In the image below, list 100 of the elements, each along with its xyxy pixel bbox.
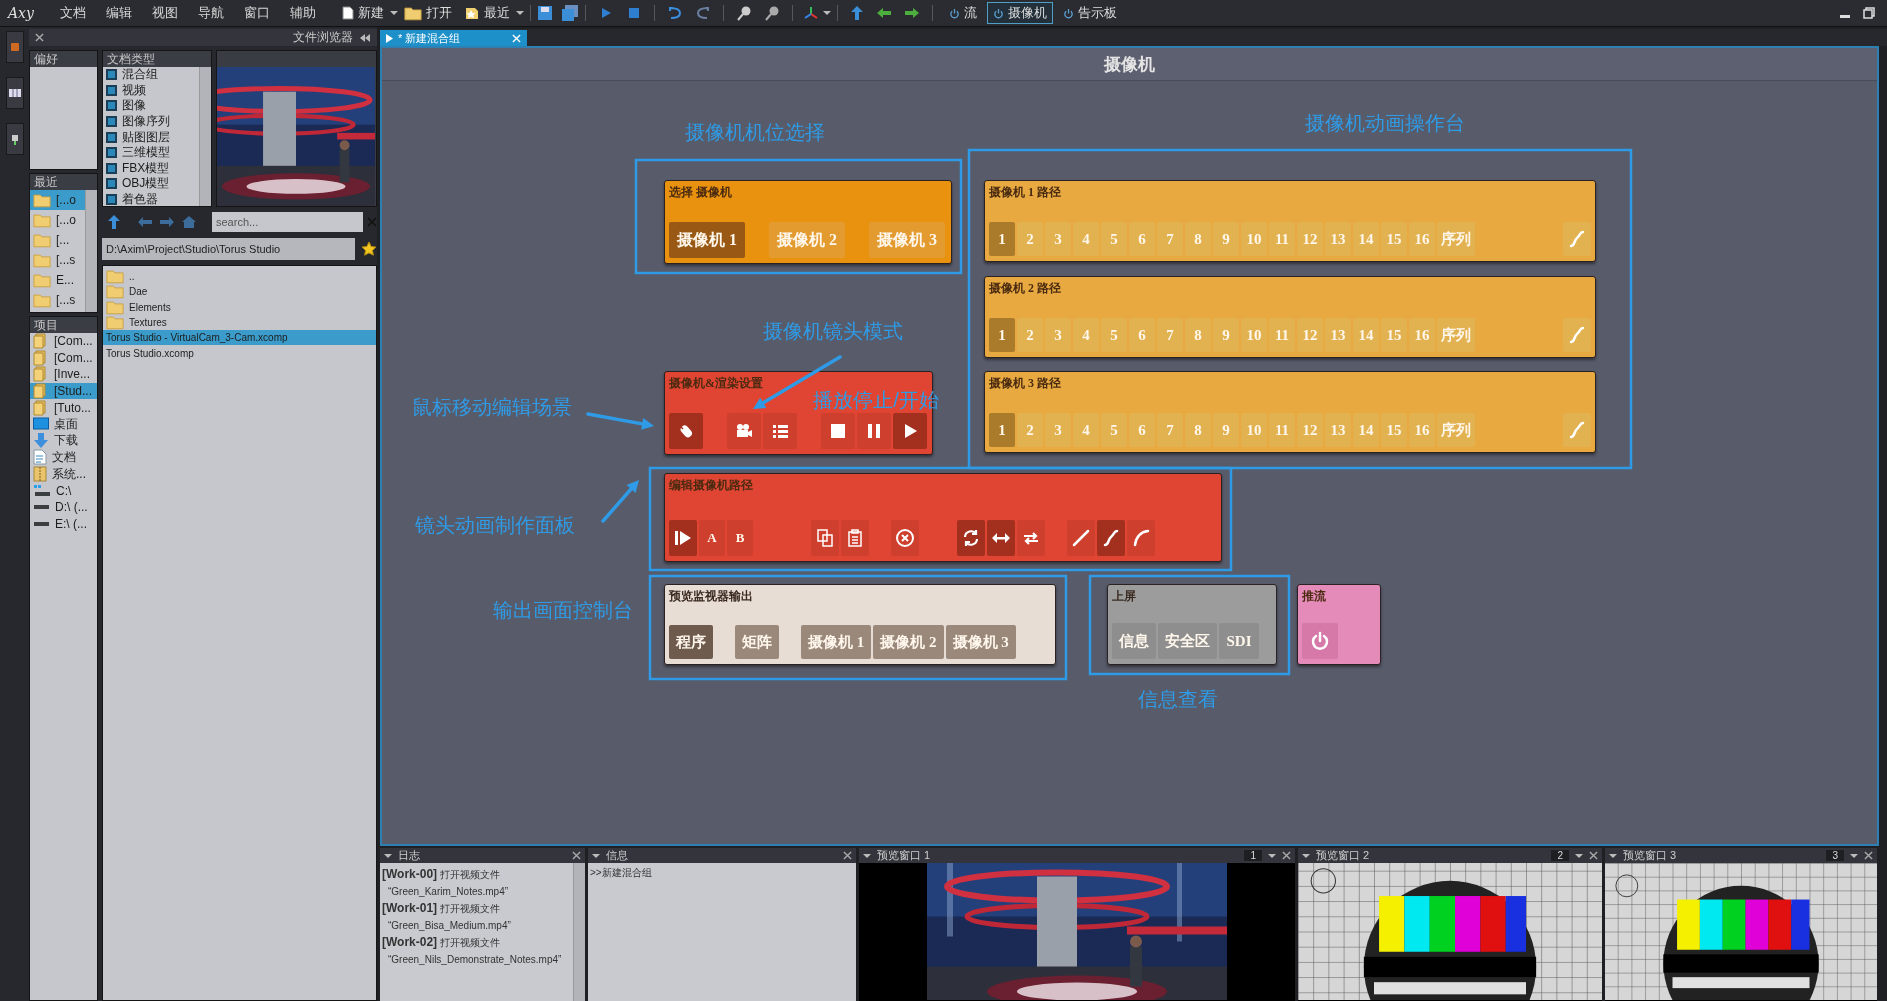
redo-icon[interactable]	[694, 5, 711, 21]
panel-button[interactable]: 7	[1157, 413, 1183, 447]
icon-button[interactable]	[1302, 623, 1338, 659]
panel-button[interactable]: 7	[1157, 222, 1183, 256]
project-item[interactable]: 文档	[30, 449, 97, 466]
mode-button[interactable]: 流	[942, 2, 983, 24]
panel-button[interactable]: 13	[1325, 222, 1351, 256]
panel-button[interactable]: 2	[1017, 222, 1043, 256]
panel-button[interactable]: 6	[1129, 318, 1155, 352]
panel-button[interactable]: 4	[1073, 318, 1099, 352]
document-tab[interactable]: * 新建混合组	[380, 30, 527, 46]
panel-button[interactable]: 摄像机 2	[873, 625, 944, 659]
panel-button[interactable]: 2	[1017, 318, 1043, 352]
panel-button[interactable]: 摄像机 3	[869, 222, 945, 258]
panel-button[interactable]: 6	[1129, 222, 1155, 256]
icon-button[interactable]	[763, 413, 797, 449]
icon-button[interactable]	[841, 520, 869, 556]
project-item[interactable]: [Stud...	[30, 382, 97, 400]
doc-type-item[interactable]: 贴图图层	[103, 129, 199, 145]
back-icon[interactable]	[138, 217, 152, 227]
project-item[interactable]: C:\	[30, 482, 97, 499]
icon-button[interactable]	[669, 520, 697, 556]
panel-button[interactable]: 16	[1409, 413, 1435, 447]
panel-button[interactable]: 矩阵	[735, 625, 779, 659]
panel-button[interactable]: 14	[1353, 413, 1379, 447]
project-item[interactable]: [Inve...	[30, 366, 97, 383]
up-arrow-icon[interactable]	[108, 215, 120, 229]
panel-button[interactable]: 摄像机 1	[801, 625, 872, 659]
panel-button[interactable]: SDI	[1219, 623, 1259, 659]
panel-button[interactable]: 14	[1353, 222, 1379, 256]
scrollbar[interactable]	[199, 67, 211, 206]
checkbox[interactable]	[106, 147, 117, 159]
forward-icon[interactable]	[160, 217, 174, 227]
panel-button[interactable]: 5	[1101, 413, 1127, 447]
panel-button[interactable]: 序列	[1437, 318, 1475, 352]
recent-item[interactable]: [...o	[30, 190, 85, 210]
recent-button[interactable]: 最近	[457, 2, 516, 24]
doc-type-item[interactable]: 视频	[103, 82, 199, 99]
panel-button[interactable]: 3	[1045, 222, 1071, 256]
panel-button[interactable]: 2	[1017, 413, 1043, 447]
panel-button[interactable]: 摄像机 1	[669, 222, 745, 258]
close-icon[interactable]	[1864, 851, 1873, 860]
icon-button[interactable]	[669, 413, 703, 449]
doc-type-item[interactable]: 混合组	[103, 67, 199, 83]
save-icon[interactable]	[536, 5, 553, 21]
file-item[interactable]: Torus Studio - VirtualCam_3-Cam.xcomp	[103, 330, 376, 346]
sidebar-button[interactable]	[5, 77, 24, 109]
panel-button[interactable]: B	[727, 520, 753, 556]
project-item[interactable]: [Tuto...	[30, 399, 97, 416]
panel-button[interactable]: 程序	[669, 625, 713, 659]
file-item[interactable]: Torus Studio.xcomp	[103, 345, 376, 361]
panel-button[interactable]: 6	[1129, 413, 1155, 447]
panel-button[interactable]: 3	[1045, 413, 1071, 447]
project-item[interactable]: [Com...	[30, 349, 97, 367]
recent-item[interactable]: [...s	[30, 290, 85, 310]
panel-button[interactable]: 信息	[1112, 623, 1156, 659]
doc-type-item[interactable]: 图像	[103, 98, 199, 114]
scrollbar[interactable]	[573, 863, 585, 1001]
file-item[interactable]: Textures	[103, 314, 376, 331]
panel-button[interactable]: 16	[1409, 318, 1435, 352]
project-item[interactable]: 下载	[30, 432, 97, 450]
file-item[interactable]: ..	[103, 269, 376, 285]
panel-button[interactable]: 摄像机 3	[945, 625, 1016, 659]
recent-item[interactable]: E...	[30, 270, 85, 290]
icon-button[interactable]	[987, 520, 1015, 556]
panel-button[interactable]: 12	[1297, 413, 1323, 447]
window-number[interactable]: 2	[1551, 850, 1569, 861]
close-icon[interactable]	[35, 33, 44, 42]
close-icon[interactable]	[1282, 851, 1291, 860]
panel-button[interactable]: 摄像机 2	[769, 222, 845, 258]
menu-item[interactable]: 导航	[197, 4, 224, 22]
panel-button[interactable]: 11	[1269, 318, 1295, 352]
panel-button[interactable]: 16	[1409, 222, 1435, 256]
project-item[interactable]: 系统...	[30, 465, 97, 483]
menu-item[interactable]: 窗口	[243, 4, 270, 22]
panel-button[interactable]: 5	[1101, 222, 1127, 256]
icon-button[interactable]	[1017, 520, 1045, 556]
doc-type-item[interactable]: 着色器	[103, 191, 199, 206]
star-icon[interactable]	[361, 241, 377, 257]
panel-button[interactable]: 10	[1241, 318, 1267, 352]
panel-button[interactable]: 15	[1381, 318, 1407, 352]
checkbox[interactable]	[106, 131, 117, 143]
icon-button[interactable]	[811, 520, 839, 556]
panel-button[interactable]: 11	[1269, 413, 1295, 447]
panel-button[interactable]: 4	[1073, 413, 1099, 447]
axes-icon[interactable]	[802, 5, 819, 21]
close-icon[interactable]	[572, 851, 581, 860]
doc-type-item[interactable]: FBX模型	[103, 160, 199, 177]
menu-item[interactable]: 视图	[151, 4, 178, 22]
panel-button[interactable]: 3	[1045, 318, 1071, 352]
panel-button[interactable]: 9	[1213, 318, 1239, 352]
file-item[interactable]: Dae	[103, 284, 376, 300]
icon-button[interactable]	[1127, 520, 1155, 556]
panel-button[interactable]: 9	[1213, 413, 1239, 447]
panel-button[interactable]: 13	[1325, 413, 1351, 447]
window-number[interactable]: 1	[1244, 850, 1262, 861]
undo-icon[interactable]	[666, 5, 683, 21]
project-item[interactable]: E:\ (...	[30, 515, 97, 533]
icon-button[interactable]	[957, 520, 985, 556]
open-button[interactable]: 打开	[397, 2, 458, 24]
